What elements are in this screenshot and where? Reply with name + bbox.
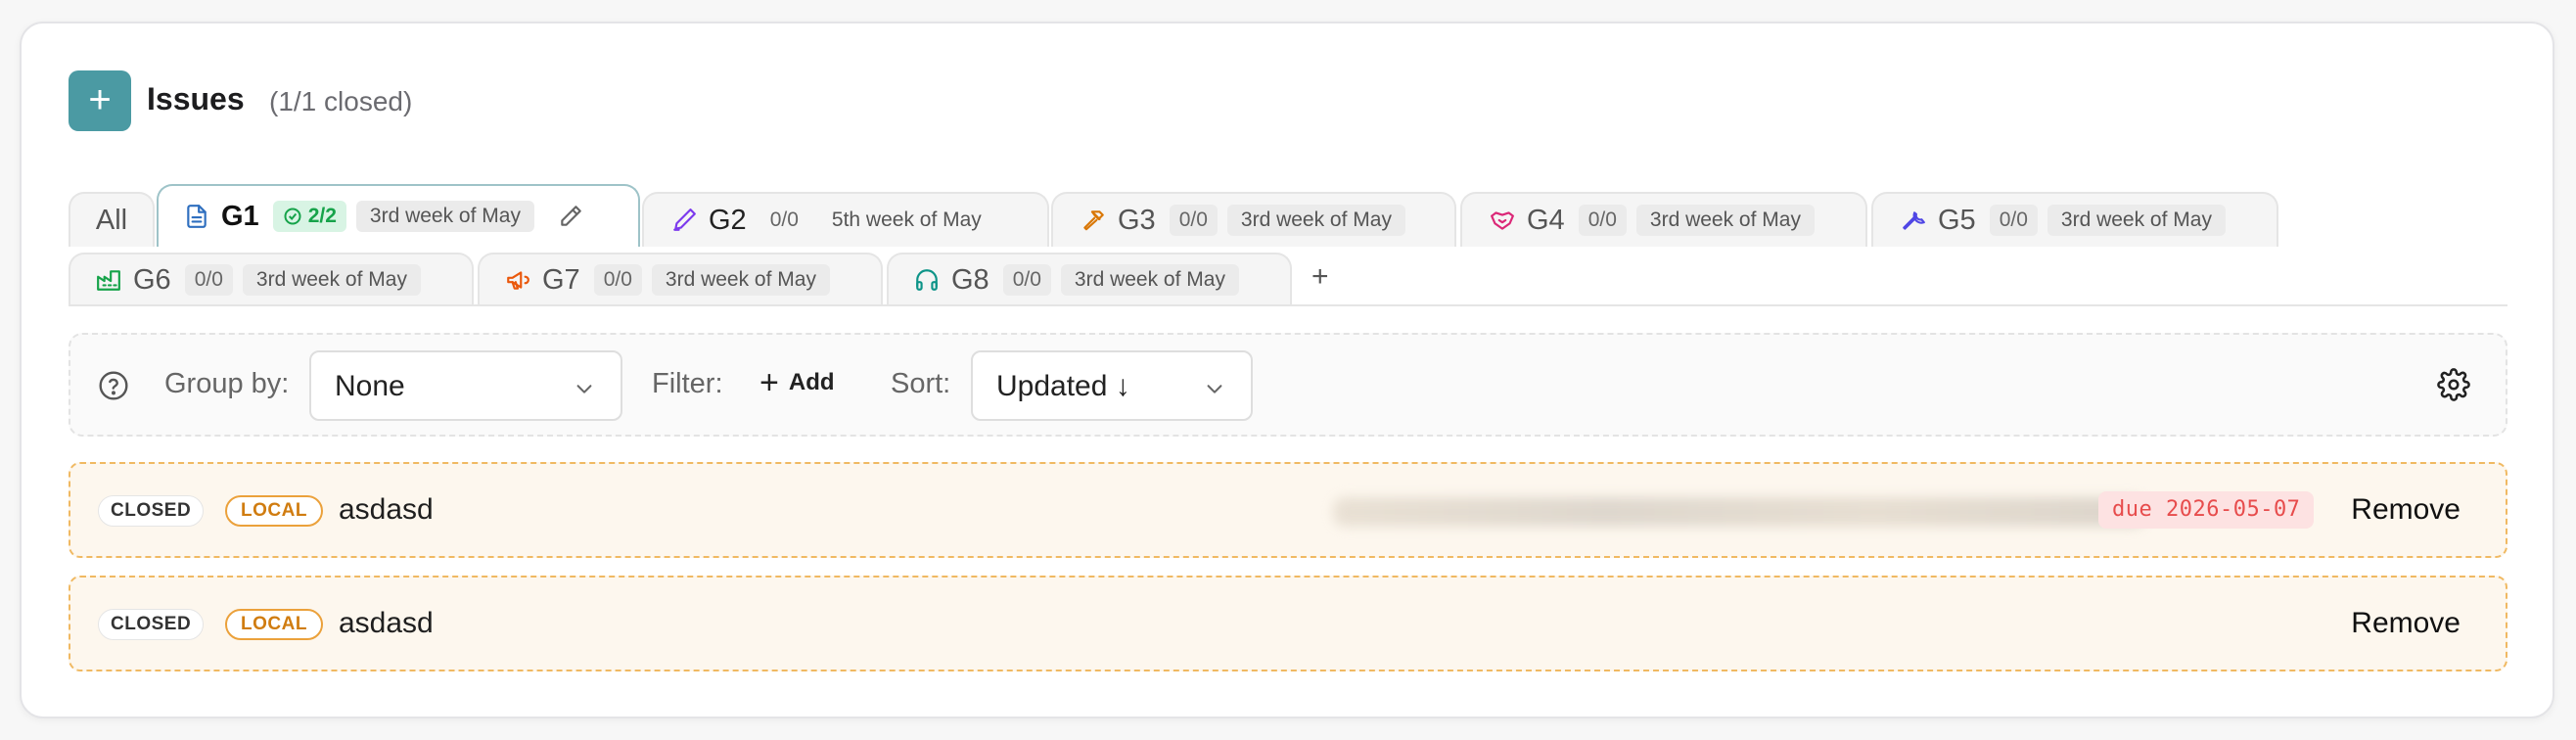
gear-icon[interactable] [2437,368,2470,401]
megaphone-icon [505,267,530,293]
headphones-icon [914,267,940,293]
issue-row[interactable]: CLOSED LOCAL asdasd due 2026-05-07 Remov… [69,462,2507,558]
count-badge: 0/0 [1169,205,1218,236]
tab-label: All [95,204,128,236]
chevron-down-icon [576,385,592,393]
tab-g6[interactable]: G6 0/0 3rd week of May [69,253,474,305]
plus-icon: + [759,364,779,401]
tab-g4[interactable]: G4 0/0 3rd week of May [1460,192,1867,247]
tab-label: G7 [542,263,580,296]
completion-count: 2/2 [307,205,337,227]
wrench-icon [1901,208,1926,233]
tab-label: G8 [951,263,989,296]
issues-toolbar: Group by: None Filter: + Add Sort: Updat… [69,333,2507,437]
week-badge: 3rd week of May [355,201,534,232]
page-title: Issues [147,81,245,116]
remove-button[interactable]: Remove [2351,607,2461,640]
status-badge: CLOSED [98,495,205,527]
week-badge: 3rd week of May [1635,205,1815,236]
week-badge: 3rd week of May [651,264,830,296]
document-icon [184,204,209,229]
week-badge: 3rd week of May [1060,264,1239,296]
tab-g1[interactable]: G1 2/2 3rd week of May [157,184,640,247]
filter-label: Filter: [652,368,723,399]
count-badge: 0/0 [593,264,642,296]
tab-label: G5 [1938,204,1976,236]
tab-label: G3 [1118,204,1156,236]
due-date-badge: due 2026-05-07 [2098,491,2315,529]
redacted-text [1333,497,2145,527]
tab-label: G4 [1527,204,1565,236]
count-badge: 0/0 [1002,264,1051,296]
week-badge: 5th week of May [831,208,982,231]
status-badge: CLOSED [98,609,205,640]
issue-title[interactable]: asdasd [339,607,434,640]
add-issue-button[interactable]: + [69,70,131,131]
issue-row[interactable]: CLOSED LOCAL asdasd Remove [69,576,2507,671]
sort-value: Updated ↓ [996,370,1130,402]
remove-button[interactable]: Remove [2351,493,2461,527]
tab-g5[interactable]: G5 0/0 3rd week of May [1871,192,2278,247]
issue-title[interactable]: asdasd [339,493,434,527]
week-badge: 3rd week of May [242,264,421,296]
sort-label: Sort: [891,368,951,399]
week-badge: 3rd week of May [1226,205,1405,236]
pen-icon [671,208,697,233]
hammer-icon [1081,208,1106,233]
tab-all[interactable]: All [69,192,155,247]
count-badge: 0/0 [769,208,799,231]
source-badge: LOCAL [225,495,323,527]
completion-badge: 2/2 [272,201,346,232]
check-circle-icon [284,208,301,225]
count-badge: 0/0 [184,264,233,296]
group-by-select[interactable]: None [309,350,622,421]
pencil-icon[interactable] [558,204,583,229]
chevron-down-icon [1207,385,1222,393]
tab-label: G2 [709,204,747,236]
handshake-icon [1490,208,1515,233]
tab-label: G1 [221,200,259,232]
tab-g8[interactable]: G8 0/0 3rd week of May [887,253,1292,305]
add-filter-button[interactable]: + Add [759,364,835,401]
source-badge: LOCAL [225,609,323,640]
group-by-value: None [335,370,405,402]
group-by-label: Group by: [164,368,290,399]
tab-g7[interactable]: G7 0/0 3rd week of May [478,253,883,305]
add-filter-label: Add [788,369,835,395]
tab-divider [69,304,2507,306]
count-badge: 0/0 [1989,205,2038,236]
factory-icon [96,267,121,293]
question-circle-icon[interactable] [98,370,129,401]
tab-g3[interactable]: G3 0/0 3rd week of May [1051,192,1456,247]
plus-icon: + [88,78,112,121]
count-badge: 0/0 [1578,205,1627,236]
sort-select[interactable]: Updated ↓ [971,350,1253,421]
closed-count: (1/1 closed) [269,86,413,116]
tab-g2[interactable]: G2 0/0 5th week of May [642,192,1049,247]
add-tab-button[interactable]: + [1311,260,1329,294]
tab-label: G6 [133,263,171,296]
week-badge: 3rd week of May [2047,205,2226,236]
